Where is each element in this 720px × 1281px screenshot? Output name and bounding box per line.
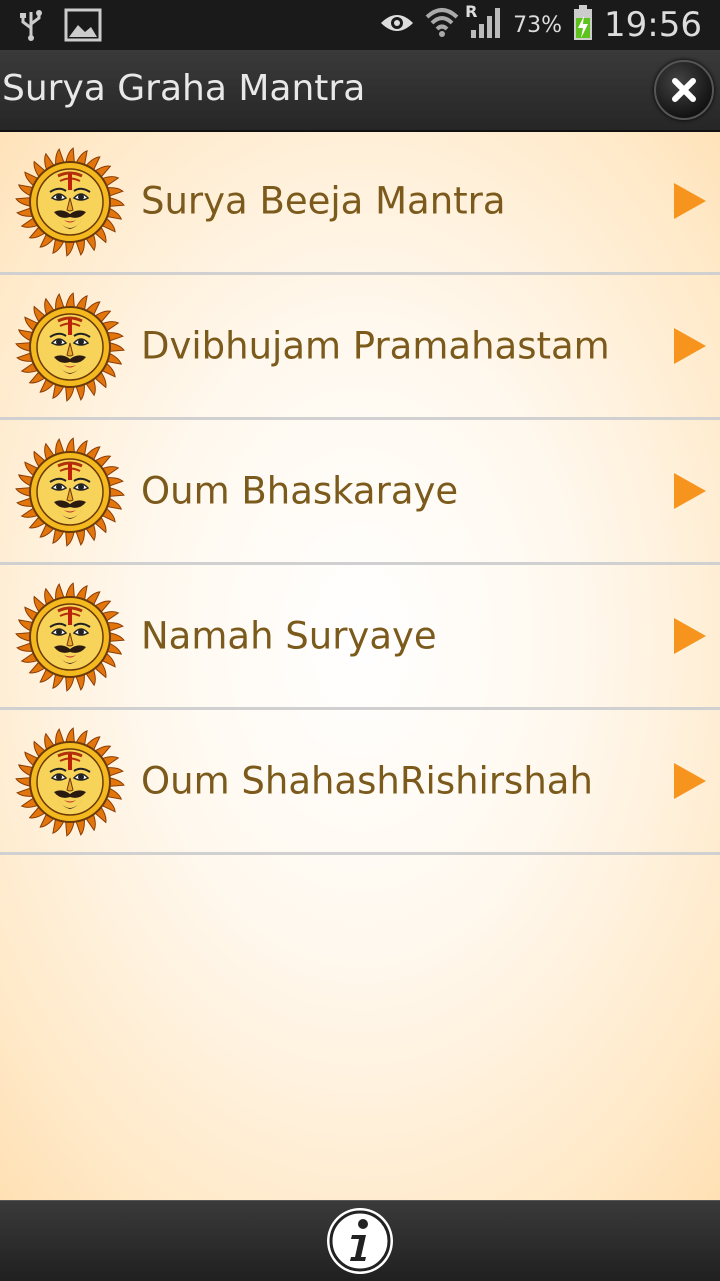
list-item[interactable]: Oum Bhaskaraye [0, 420, 720, 565]
list-item-label: Dvibhujam Pramahastam [141, 324, 610, 368]
mantra-list: Surya Beeja Mantra Dvibhujam Pramahastam… [0, 130, 720, 855]
status-right: R 73% 19:56 [379, 2, 702, 46]
eye-icon [379, 11, 415, 39]
wifi-icon [425, 5, 459, 45]
usb-icon [18, 8, 44, 46]
status-bar: R 73% 19:56 [0, 0, 720, 50]
list-item-label: Oum Bhaskaraye [141, 469, 459, 513]
list-item-label: Namah Suryaye [141, 614, 437, 658]
list-item[interactable]: Dvibhujam Pramahastam [0, 275, 720, 420]
info-button[interactable] [324, 1205, 396, 1277]
play-icon[interactable] [672, 181, 708, 221]
play-icon[interactable] [672, 326, 708, 366]
sun-face-icon [14, 726, 126, 838]
list-item-label: Oum ShahashRishirshah [141, 759, 593, 803]
signal-icon: R [465, 2, 503, 44]
sun-face-icon [14, 146, 126, 258]
list-item-label: Surya Beeja Mantra [141, 179, 506, 223]
list-item[interactable]: Namah Suryaye [0, 565, 720, 710]
clock: 19:56 [604, 5, 702, 45]
close-button[interactable] [654, 60, 714, 120]
page-title: Surya Graha Mantra [2, 68, 366, 109]
info-icon [327, 1208, 393, 1274]
title-bar: Surya Graha Mantra [0, 50, 720, 132]
image-icon [64, 8, 102, 46]
battery-percent: 73% [513, 12, 563, 38]
status-left [18, 8, 102, 46]
list-item[interactable]: Oum ShahashRishirshah [0, 710, 720, 855]
play-icon[interactable] [672, 616, 708, 656]
list-item[interactable]: Surya Beeja Mantra [0, 130, 720, 275]
play-icon[interactable] [672, 471, 708, 511]
close-icon [672, 78, 696, 102]
battery-icon [572, 4, 594, 46]
sun-face-icon [14, 291, 126, 403]
roaming-indicator: R [465, 2, 478, 21]
bottom-bar [0, 1200, 720, 1281]
sun-face-icon [14, 581, 126, 693]
play-icon[interactable] [672, 761, 708, 801]
sun-face-icon [14, 436, 126, 548]
